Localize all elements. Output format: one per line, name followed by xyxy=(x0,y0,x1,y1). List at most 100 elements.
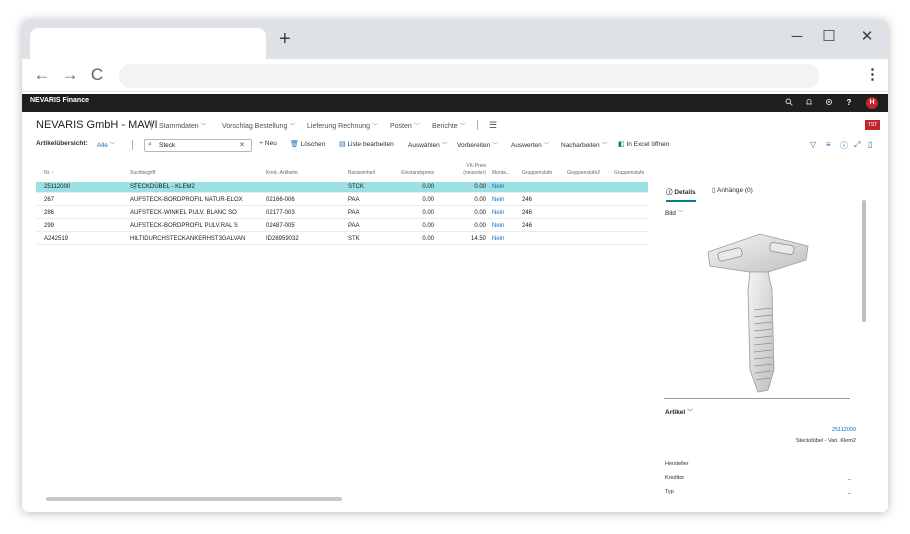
processing-menu[interactable]: Nacharbeiten ﹀ xyxy=(561,140,608,149)
tab-attachments[interactable]: ▯ Anhänge (0) xyxy=(712,186,753,194)
cell-montage[interactable]: Nein xyxy=(492,223,504,229)
bookmark-icon[interactable]: ▯ xyxy=(868,140,872,149)
cell-cost: 0.00 xyxy=(422,184,434,190)
col-header-vk-price[interactable]: VK-Preis xyxy=(446,163,486,169)
chevron-down-icon: ﹀ xyxy=(459,124,466,130)
filter-dropdown[interactable]: Alle ﹀ xyxy=(97,140,116,149)
table-row[interactable]: 267 AUFSTECK-BORDPROFIL NATUR-ELOX 02166… xyxy=(36,195,648,206)
table-row[interactable]: A242519 HILTIDURCHSTECKANKERHST3GALVAN I… xyxy=(36,234,648,245)
evaluate-menu[interactable]: Auswerten ﹀ xyxy=(511,140,550,149)
close-window-button[interactable]: ✕ xyxy=(856,27,878,47)
menu-vorschlag-bestellung[interactable]: Vorschlag Bestellung ﹀ xyxy=(222,121,295,130)
cell-nr[interactable]: A242519 xyxy=(44,236,68,242)
new-button[interactable]: + Neu xyxy=(259,140,277,147)
cell-price: 0.00 xyxy=(474,223,486,229)
cell-unit: STCK xyxy=(348,184,365,190)
browser-menu-button[interactable]: ⋮ xyxy=(865,65,880,85)
cell-nr[interactable]: 267 xyxy=(44,197,54,203)
scrollbar-thumb[interactable] xyxy=(46,497,342,501)
manufacturer-label: Hersteller xyxy=(665,461,689,467)
item-section-header[interactable]: Artikel ﹀ xyxy=(665,407,693,416)
col-header-nr[interactable]: Nr. ↑ xyxy=(44,170,54,176)
select-menu[interactable]: Auswählen ﹀ xyxy=(408,140,448,149)
cell-search: STECKDÜBEL - KLEM2 xyxy=(130,184,195,190)
cell-nr[interactable]: 25112000 xyxy=(44,184,70,190)
processing-label: Nacharbeiten xyxy=(561,142,600,149)
col-header-base-unit[interactable]: Basiseinheit xyxy=(348,170,375,176)
cell-nr[interactable]: 299 xyxy=(44,223,54,229)
menu-posten[interactable]: Posten ﹀ xyxy=(390,121,420,130)
menu-berichte[interactable]: Berichte ﹀ xyxy=(432,121,466,130)
menu-stammdaten[interactable]: Stammdaten ﹀ xyxy=(159,121,207,130)
vendor-label: Kreditor xyxy=(665,475,685,481)
filter-icon[interactable]: ▽ xyxy=(810,140,816,149)
cell-montage[interactable]: Nein xyxy=(492,184,504,190)
table-row[interactable]: 286 AUFSTECK-WINKEL PULV. BLANC SO 02177… xyxy=(36,208,648,219)
menu-lieferung-rechnung[interactable]: Lieferung Rechnung ﹀ xyxy=(307,121,378,130)
vertical-scrollbar[interactable] xyxy=(862,200,866,322)
cell-unit: STK xyxy=(348,236,360,242)
environment-badge: TST xyxy=(865,120,880,130)
cell-cost: 0.00 xyxy=(422,197,434,203)
browser-tab[interactable] xyxy=(30,28,266,59)
edit-list-button[interactable]: ▤ Liste bearbeiten xyxy=(339,140,394,148)
tab-details[interactable]: ⓘ Details xyxy=(666,186,696,202)
chevron-down-icon: ﹀ xyxy=(372,124,379,130)
more-menu-icon[interactable]: ☰ xyxy=(489,120,497,131)
chevron-down-icon: ﹀ xyxy=(200,124,207,130)
col-header-montage[interactable]: Monta... xyxy=(492,170,510,176)
expand-icon[interactable]: ⤢ xyxy=(854,140,860,150)
col-header-group3[interactable]: Gruppenstufe xyxy=(614,170,644,176)
cell-search: AUFSTECK-BORDPROFIL NATUR-ELOX xyxy=(130,197,243,203)
back-button[interactable]: ← xyxy=(32,65,52,85)
horizontal-scrollbar[interactable] xyxy=(36,496,648,502)
col-header-group2[interactable]: Gruppenstufe2 xyxy=(567,170,600,176)
cell-price: 0.00 xyxy=(474,210,486,216)
help-icon[interactable]: ? xyxy=(844,98,854,108)
prepare-menu[interactable]: Vorbereiten ﹀ xyxy=(457,140,498,149)
clear-search-icon[interactable]: ✕ xyxy=(239,141,245,149)
delete-button[interactable]: 🗑 Löschen xyxy=(290,140,325,148)
view-label: Artikelübersicht: xyxy=(36,140,88,147)
maximize-button[interactable]: ☐ xyxy=(818,27,840,47)
cell-nr[interactable]: 286 xyxy=(44,210,54,216)
info-icon[interactable]: ⓘ xyxy=(840,140,848,151)
col-header-vendor-item[interactable]: Kred.-Artikelnr. xyxy=(266,170,299,176)
new-tab-button[interactable]: + xyxy=(279,29,297,49)
excel-button[interactable]: ◧ In Excel öffnen xyxy=(618,140,669,148)
forward-button[interactable]: → xyxy=(60,65,80,85)
cell-vendor-item: ID26959032 xyxy=(266,236,299,242)
cell-cost: 0.00 xyxy=(422,223,434,229)
app-title[interactable]: NEVARIS Finance xyxy=(30,97,89,104)
browser-toolbar: ← → C ⋮ xyxy=(22,59,888,92)
minimize-button[interactable]: ─ xyxy=(786,27,808,47)
divider xyxy=(477,120,478,130)
table-row[interactable]: 25112000 ⋮ STECKDÜBEL - KLEM2 STCK 0.00 … xyxy=(36,182,648,193)
excel-icon: ◧ xyxy=(618,141,625,148)
table-row[interactable]: 299 AUFSTECK-BORDPROFIL PULV.RAL S 02487… xyxy=(36,221,648,232)
search-icon[interactable] xyxy=(784,98,794,108)
divider xyxy=(664,398,850,399)
address-bar[interactable] xyxy=(119,64,819,88)
col-header-unit-cost[interactable]: Einstandspreis xyxy=(394,170,434,176)
app-bar: NEVARIS Finance ? H xyxy=(22,94,888,112)
col-header-group1[interactable]: Gruppenstufe xyxy=(522,170,552,176)
chevron-down-icon: ﹀ xyxy=(413,124,420,130)
cell-montage[interactable]: Nein xyxy=(492,210,504,216)
bell-icon[interactable] xyxy=(804,98,814,108)
col-header-search[interactable]: Suchbegriff xyxy=(130,170,155,176)
cell-cost: 0.00 xyxy=(422,210,434,216)
avatar[interactable]: H xyxy=(866,97,878,109)
cell-vendor-item: 02177-003 xyxy=(266,210,295,216)
cell-montage[interactable]: Nein xyxy=(492,236,504,242)
search-input[interactable]: ⌕ Steck ✕ xyxy=(144,139,252,152)
gear-icon[interactable] xyxy=(824,98,834,108)
item-number-link[interactable]: 25112000 xyxy=(762,427,856,433)
browser-tab-bar: + ─ ☐ ✕ xyxy=(22,20,888,59)
image-section-header[interactable]: Bild ﹀ xyxy=(665,208,684,217)
plus-icon: + xyxy=(259,140,264,147)
list-view-icon[interactable]: ≡ xyxy=(826,140,831,149)
reload-button[interactable]: C xyxy=(87,65,107,85)
tab-details-label: Details xyxy=(674,189,696,196)
cell-montage[interactable]: Nein xyxy=(492,197,504,203)
